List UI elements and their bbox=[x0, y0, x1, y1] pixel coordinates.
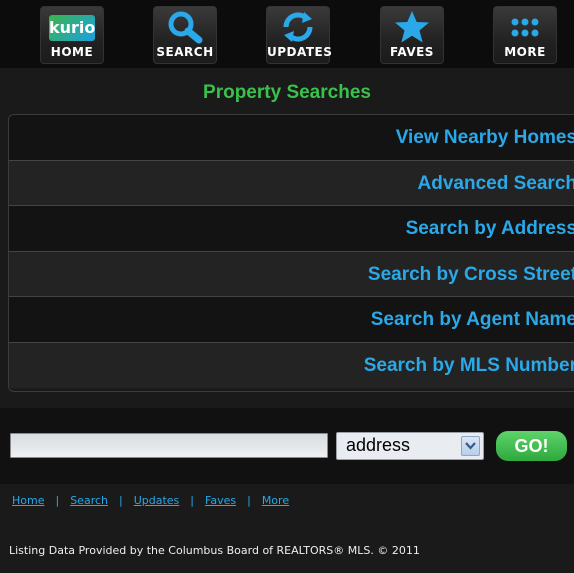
search-option-by-agent-name[interactable]: Search by Agent Name bbox=[9, 297, 574, 343]
nav-home-label: HOME bbox=[50, 45, 94, 59]
nav-home-button[interactable]: kurio HOME bbox=[40, 6, 104, 64]
footer-link-more[interactable]: More bbox=[262, 494, 289, 507]
grid-dots-icon bbox=[508, 15, 542, 46]
refresh-icon bbox=[278, 10, 318, 49]
chevron-down-icon[interactable] bbox=[461, 436, 480, 456]
magnifier-icon bbox=[165, 10, 205, 49]
nav-more-button[interactable]: MORE bbox=[493, 6, 557, 64]
quick-search-input[interactable] bbox=[10, 433, 328, 458]
nav-more-label: MORE bbox=[504, 45, 546, 59]
search-type-select[interactable]: address bbox=[336, 432, 484, 460]
search-option-by-cross-street[interactable]: Search by Cross Street bbox=[9, 251, 574, 297]
search-option-view-nearby-homes[interactable]: View Nearby Homes bbox=[9, 115, 574, 161]
search-options-list: View Nearby Homes Advanced Search Search… bbox=[8, 114, 574, 392]
footer-link-updates[interactable]: Updates bbox=[134, 494, 180, 507]
footer-separator: | bbox=[55, 494, 60, 507]
footer-link-faves[interactable]: Faves bbox=[205, 494, 236, 507]
footer-link-home[interactable]: Home bbox=[12, 494, 44, 507]
nav-updates-button[interactable]: UPDATES bbox=[266, 6, 333, 64]
footer-separator: | bbox=[190, 494, 195, 507]
star-icon bbox=[392, 10, 432, 49]
footer-links: Home | Search | Updates | Faves | More bbox=[12, 494, 289, 507]
footer-link-search[interactable]: Search bbox=[70, 494, 108, 507]
nav-faves-label: FAVES bbox=[390, 45, 434, 59]
footer-separator: | bbox=[119, 494, 123, 507]
quick-search-bar: address GO! bbox=[0, 408, 574, 484]
nav-search-button[interactable]: SEARCH bbox=[153, 6, 217, 64]
footer-separator: | bbox=[247, 494, 251, 507]
search-option-by-address[interactable]: Search by Address bbox=[9, 206, 574, 252]
listing-data-credit: Listing Data Provided by the Columbus Bo… bbox=[9, 544, 420, 557]
page-title: Property Searches bbox=[203, 82, 371, 103]
top-nav-bar: kurio HOME SEARCH UPDATES FAVES MORE bbox=[0, 0, 574, 68]
nav-search-label: SEARCH bbox=[156, 45, 214, 59]
nav-updates-label: UPDATES bbox=[267, 45, 333, 59]
search-type-selected-value: address bbox=[346, 435, 411, 455]
go-button[interactable]: GO! bbox=[496, 431, 567, 461]
nav-faves-button[interactable]: FAVES bbox=[380, 6, 444, 64]
search-option-by-mls-number[interactable]: Search by MLS Number bbox=[9, 342, 574, 388]
kurio-logo-icon: kurio bbox=[49, 15, 95, 41]
search-option-advanced-search[interactable]: Advanced Search bbox=[9, 160, 574, 206]
